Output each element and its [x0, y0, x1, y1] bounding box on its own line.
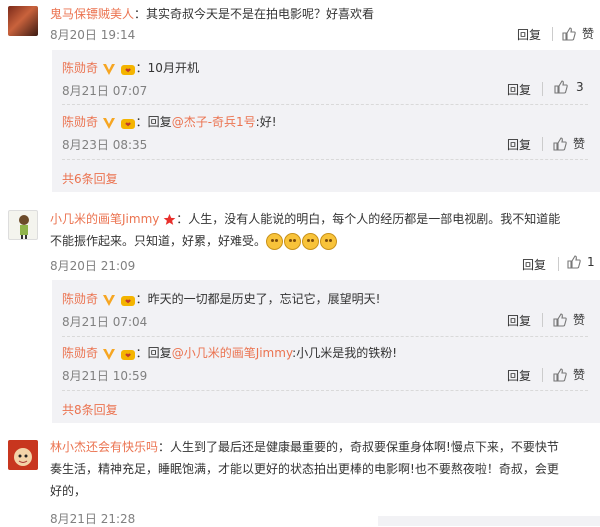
divider [542, 82, 543, 96]
svg-text:❤: ❤ [125, 121, 131, 129]
reply-item: 陈勋奇 ❤ ：昨天的一切都是历史了，忘记它，展望明天! [62, 292, 381, 306]
user-name-link[interactable]: 林小杰还会有快乐吗 [50, 440, 158, 454]
divider [542, 368, 543, 382]
avatar[interactable] [8, 6, 38, 36]
user-name-link[interactable]: 陈勋奇 [62, 115, 98, 129]
divider [62, 159, 588, 160]
thumbs-up-icon [553, 312, 567, 327]
divider [558, 257, 559, 271]
user-name-link[interactable]: 小几米的画笔Jimmy [50, 212, 159, 226]
divider [62, 390, 588, 391]
timestamp: 8月21日 07:04 [62, 315, 148, 329]
thumbs-up-icon [562, 26, 576, 41]
more-replies-link[interactable]: 共6条回复 [62, 170, 118, 187]
like-button[interactable]: 赞 [553, 366, 585, 383]
cartoon-face-icon [8, 440, 38, 470]
svg-text:❤: ❤ [125, 298, 131, 306]
reply-item: 陈勋奇 ❤ ：回复@小几米的画笔Jimmy:小几米是我的铁粉! [62, 346, 398, 360]
timestamp: 8月21日 07:07 [62, 84, 148, 98]
timestamp: 8月23日 08:35 [62, 138, 148, 152]
thumbs-up-icon [567, 255, 581, 269]
like-button[interactable]: 赞 [553, 311, 585, 328]
cartoon-girl-icon [19, 215, 29, 239]
reply-button[interactable]: 回复 [507, 312, 531, 329]
verified-v-icon [102, 348, 115, 360]
like-button[interactable]: 1 [567, 255, 595, 269]
avatar[interactable] [8, 210, 38, 240]
vip-crown-icon: ❤ [120, 295, 135, 306]
like-button[interactable]: 赞 [562, 25, 594, 42]
user-name-link[interactable]: 陈勋奇 [62, 346, 98, 360]
star-icon [163, 213, 176, 225]
timestamp: 8月20日 19:14 [50, 28, 136, 42]
thumbs-up-icon [554, 80, 568, 94]
reply-button[interactable]: 回复 [507, 367, 531, 384]
svg-text:❤: ❤ [125, 352, 131, 360]
user-name-link[interactable]: 陈勋奇 [62, 61, 98, 75]
divider [542, 313, 543, 327]
crying-emoji-icon [302, 233, 320, 250]
mention-link[interactable]: @小几米的画笔Jimmy [172, 346, 292, 360]
thumbs-up-icon [553, 367, 567, 382]
reply-panel-edge [378, 516, 600, 526]
svg-text:❤: ❤ [125, 67, 131, 75]
divider [542, 137, 543, 151]
verified-v-icon [102, 117, 115, 129]
comment-text: 小几米的画笔Jimmy ：人生，没有人能说的明白，每个人的经历都是一部电视剧。我… [50, 212, 561, 250]
vip-crown-icon: ❤ [120, 349, 135, 360]
reply-item: 陈勋奇 ❤ ：回复@杰子-奇兵1号:好! [62, 115, 277, 129]
timestamp: 8月21日 10:59 [62, 369, 148, 383]
divider [62, 336, 588, 337]
timestamp: 8月21日 21:28 [50, 512, 136, 526]
mention-link[interactable]: @杰子-奇兵1号 [172, 115, 256, 129]
reply-button[interactable]: 回复 [517, 26, 541, 43]
timestamp: 8月20日 21:09 [50, 259, 136, 273]
more-replies-link[interactable]: 共8条回复 [62, 401, 118, 418]
divider [552, 27, 553, 41]
reply-button[interactable]: 回复 [507, 81, 531, 98]
crying-emoji-icon [320, 233, 338, 250]
like-button[interactable]: 3 [554, 80, 584, 94]
crying-emoji-icon [266, 233, 284, 250]
vip-crown-icon: ❤ [120, 118, 135, 129]
reply-button[interactable]: 回复 [522, 256, 546, 273]
comment-text: 林小杰还会有快乐吗：人生到了最后还是健康最重要的，奇叔要保重身体啊!慢点下来，不… [50, 440, 559, 498]
comment-text: 鬼马保镖贼美人：其实奇叔今天是不是在拍电影呢？好喜欢看 [50, 7, 375, 21]
user-name-link[interactable]: 陈勋奇 [62, 292, 98, 306]
user-name-link[interactable]: 鬼马保镖贼美人 [50, 7, 134, 21]
thumbs-up-icon [553, 136, 567, 151]
crying-emoji-icon [284, 233, 302, 250]
reply-button[interactable]: 回复 [507, 136, 531, 153]
verified-v-icon [102, 294, 115, 306]
reply-item: 陈勋奇 ❤ ：10月开机 [62, 61, 199, 75]
like-button[interactable]: 赞 [553, 135, 585, 152]
divider [62, 104, 588, 105]
verified-v-icon [102, 63, 115, 75]
avatar[interactable] [8, 440, 38, 470]
vip-crown-icon: ❤ [120, 64, 135, 75]
